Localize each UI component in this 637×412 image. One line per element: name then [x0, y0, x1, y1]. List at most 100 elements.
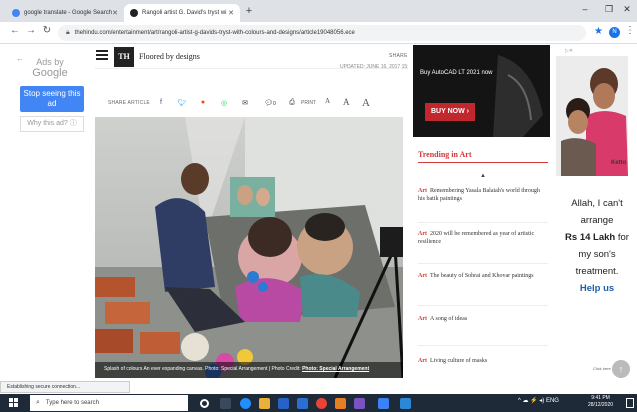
amount-text: Rs 14 Lakh [565, 232, 616, 243]
new-tab-button[interactable]: + [242, 5, 256, 17]
trending-category: Art [418, 273, 427, 279]
trending-item[interactable]: Art The beauty of Sohrai and Khovar paint… [418, 272, 548, 280]
scroll-up-caret-icon[interactable]: ▲ [480, 173, 486, 179]
print-icon[interactable]: ⎙ [287, 99, 297, 107]
tab-close-icon[interactable]: ✕ [228, 9, 234, 17]
cortana-icon[interactable] [200, 399, 209, 408]
tab-close-icon[interactable]: ✕ [112, 9, 118, 17]
taskbar-clock[interactable]: 9:41 PM 28/12/2020 [588, 395, 613, 409]
font-size-small-button[interactable]: A [325, 97, 330, 105]
trending-title: 2020 will be remembered as year of artis… [418, 231, 535, 245]
facebook-icon[interactable]: f [156, 99, 166, 106]
photo-credit: Photo: Special Arrangement [302, 366, 370, 372]
forward-icon[interactable]: → [24, 25, 38, 36]
appeal-line: my son's [578, 249, 616, 260]
edge-icon[interactable] [240, 398, 251, 409]
trending-category: Art [418, 358, 427, 364]
lock-icon: 🔒︎ [66, 29, 70, 36]
store-icon[interactable] [278, 398, 289, 409]
back-icon[interactable]: ← [8, 25, 22, 36]
app-icon[interactable] [400, 398, 411, 409]
why-this-ad-button[interactable]: Why this ad? ⓘ [20, 116, 84, 132]
trending-item[interactable]: Art 2020 will be remembered as year of ar… [418, 230, 548, 246]
whatsapp-icon[interactable]: ◎ [219, 99, 229, 107]
autocad-ad[interactable] [413, 45, 550, 137]
browser-menu-icon[interactable]: ⋮ [625, 25, 635, 36]
tab-google-search[interactable]: google translate - Google Search ✕ [6, 4, 122, 22]
trending-item[interactable]: Art Living culture of masks [418, 357, 548, 365]
trending-divider [418, 162, 548, 163]
trending-title: A song of ideas [430, 316, 468, 322]
task-view-icon[interactable] [220, 398, 231, 409]
profile-avatar[interactable]: N [609, 27, 620, 38]
divider [418, 345, 548, 346]
the-hindu-logo[interactable]: TH [114, 47, 134, 67]
trending-title: Living culture of masks [430, 358, 488, 364]
windows-start-icon[interactable] [9, 398, 19, 408]
minimize-button[interactable]: – [572, 4, 598, 14]
trending-heading: Trending in Art [418, 150, 472, 159]
mother-child-photo [556, 56, 628, 176]
clock-time: 9:41 PM [591, 395, 610, 401]
address-bar[interactable]: 🔒︎ thehindu.com/entertainment/art/rangol… [58, 25, 586, 41]
twitter-icon[interactable]: 🐦︎ [177, 99, 187, 107]
system-tray[interactable]: ^ ☁ ⚡ ◂) ENG [518, 397, 559, 404]
ketto-logo: Ketto [611, 160, 627, 166]
close-window-button[interactable]: ✕ [614, 4, 637, 15]
notification-icon[interactable] [626, 398, 634, 408]
ad-choices-icon[interactable]: ▷✕ [565, 48, 573, 54]
appeal-line: arrange [580, 215, 614, 226]
bookmark-star-icon[interactable]: ★ [594, 26, 603, 37]
hamburger-menu-icon[interactable] [96, 50, 108, 60]
language-indicator[interactable]: ENG [546, 398, 559, 404]
help-us-text[interactable]: Help us [558, 280, 636, 297]
reload-icon[interactable]: ↻ [40, 25, 54, 36]
trending-item[interactable]: Art A song of ideas [418, 315, 548, 323]
url-text: thehindu.com/entertainment/art/rangoli-a… [74, 30, 355, 36]
article-photo [95, 117, 403, 378]
search-icon: ⌕ [36, 399, 40, 406]
word-icon[interactable] [297, 398, 308, 409]
app-icon[interactable] [378, 398, 389, 409]
divider [418, 263, 548, 264]
ads-by-google-label: Ads by Google [20, 57, 80, 79]
autocad-ad-art [413, 45, 550, 137]
credit-prefix: | Photo Credit: [268, 366, 301, 372]
email-icon[interactable]: ✉ [240, 99, 250, 107]
trending-title: The beauty of Sohrai and Khovar painting… [430, 273, 534, 279]
share-article-label: SHARE ARTICLE [108, 100, 150, 106]
stop-seeing-ad-button[interactable]: Stop seeing this ad [20, 86, 84, 112]
reddit-icon[interactable]: ● [198, 99, 208, 106]
ketto-appeal-text: Allah, I can't arrange Rs 14 Lakh for my… [558, 195, 636, 297]
divider [418, 222, 548, 223]
comments-icon[interactable]: 💬︎0 [262, 99, 278, 107]
file-explorer-icon[interactable] [259, 398, 270, 409]
status-bar: Establishing secure connection... [0, 381, 130, 393]
google-text: Google [32, 67, 68, 79]
trending-category: Art [418, 188, 427, 194]
the-hindu-favicon-icon [130, 9, 138, 17]
trending-category: Art [418, 231, 427, 237]
article-headline: Floored by designs [139, 52, 200, 61]
photo-caption: Splash of colours An ever expanding canv… [104, 366, 369, 372]
ketto-ad-photo [556, 56, 628, 176]
print-label[interactable]: PRINT [301, 100, 316, 106]
rangoli-artist-illustration [95, 117, 403, 378]
font-size-large-button[interactable]: A [362, 97, 370, 109]
font-size-medium-button[interactable]: A [343, 97, 350, 107]
taskbar-search-input[interactable]: ⌕ Type here to search [30, 395, 188, 411]
caption-text: Splash of colours An ever expanding canv… [104, 366, 268, 372]
appeal-line: Allah, I can't [571, 198, 623, 209]
app-icon[interactable] [335, 398, 346, 409]
trending-item[interactable]: Art Remembering Yasala Balaiah's world th… [418, 187, 548, 203]
trending-title: Remembering Yasala Balaiah's world throu… [418, 188, 540, 202]
search-placeholder: Type here to search [45, 400, 99, 406]
tab-the-hindu[interactable]: Rangoli artist G. David's tryst wi ✕ [124, 4, 240, 22]
buy-now-button[interactable]: BUY NOW › [425, 103, 475, 121]
scroll-to-top-icon[interactable]: ↑ [612, 360, 630, 378]
google-favicon-icon [12, 9, 20, 17]
chrome-icon[interactable] [316, 398, 327, 409]
app-icon[interactable] [354, 398, 365, 409]
appeal-line: for [615, 232, 629, 243]
trending-category: Art [418, 316, 427, 322]
